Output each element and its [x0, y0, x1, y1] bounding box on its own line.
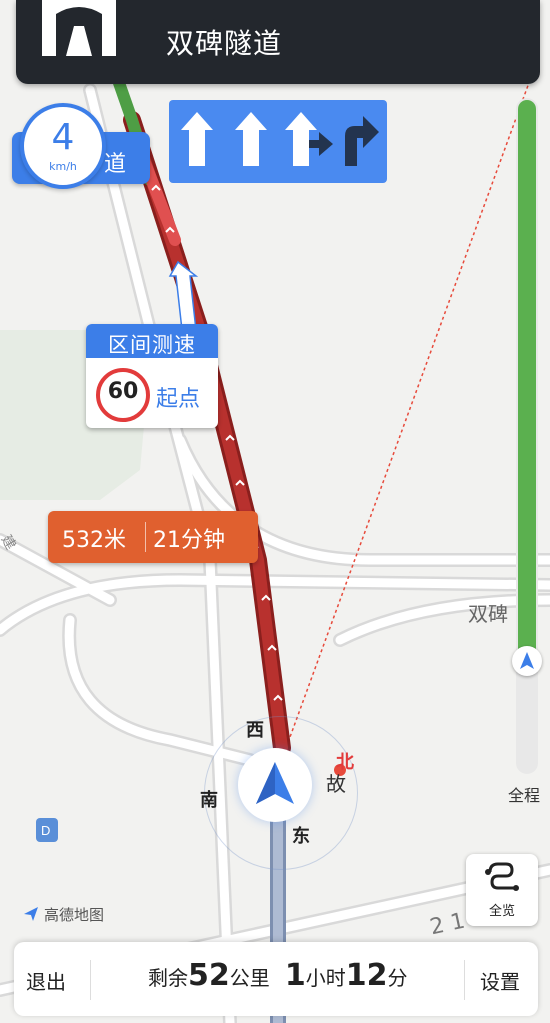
remaining-distance: 52 — [188, 958, 230, 993]
route-progress-fill — [518, 100, 536, 656]
remaining-distance-unit: 公里 — [229, 966, 270, 990]
section-speed-start-label: 起点 — [156, 387, 201, 412]
remaining-minutes: 12 — [345, 958, 388, 993]
svg-text:D: D — [41, 823, 50, 838]
tunnel-icon — [42, 0, 116, 56]
next-distance: 532米 — [62, 528, 126, 553]
amap-watermark: 高德地图 — [22, 904, 104, 925]
compass-west: 西 — [246, 720, 264, 741]
remaining-hours: 1 — [284, 958, 306, 993]
remaining-summary: 剩余52公里 1小时12分 — [148, 958, 407, 993]
remaining-minutes-unit: 分 — [387, 966, 408, 990]
road-name: 双碑隧道 — [166, 27, 283, 60]
section-speed-title: 区间测速 — [108, 333, 196, 357]
remaining-hours-unit: 小时 — [305, 966, 346, 990]
amap-logo-text: 高德地图 — [44, 906, 105, 924]
compass-east: 东 — [292, 826, 310, 847]
compass-south: 南 — [200, 790, 218, 811]
compass-north: 北 — [336, 752, 354, 773]
remaining-prefix: 剩余 — [148, 966, 188, 990]
route-progress-position — [512, 646, 542, 676]
vehicle-position — [238, 748, 312, 822]
full-route-button[interactable]: 全程 — [508, 782, 540, 806]
next-time: 21分钟 — [153, 528, 225, 553]
navigation-arrow-icon — [520, 652, 534, 669]
map-label-shuangbei: 双碑 — [468, 602, 508, 626]
bottom-divider-left — [90, 960, 91, 1000]
overview-label[interactable]: 全览 — [466, 900, 538, 919]
exit-label[interactable]: 退出 — [26, 966, 66, 995]
current-speed: 4 — [51, 117, 75, 158]
lane-straight-right-icon — [285, 112, 333, 166]
lane-guidance — [169, 100, 387, 183]
speed-limit-value: 60 — [107, 379, 139, 404]
lane-straight-icon — [235, 112, 267, 166]
bubble-divider — [145, 522, 146, 552]
speed-unit: km/h — [49, 160, 77, 173]
lane-right-icon — [345, 116, 379, 166]
lane-straight-icon — [181, 112, 213, 166]
settings-label[interactable]: 设置 — [480, 966, 520, 995]
current-road-tag-text: 道 — [104, 152, 127, 177]
route-overview-icon — [485, 862, 519, 891]
amap-logo-icon — [22, 905, 40, 923]
car-arrow-icon — [256, 762, 294, 804]
